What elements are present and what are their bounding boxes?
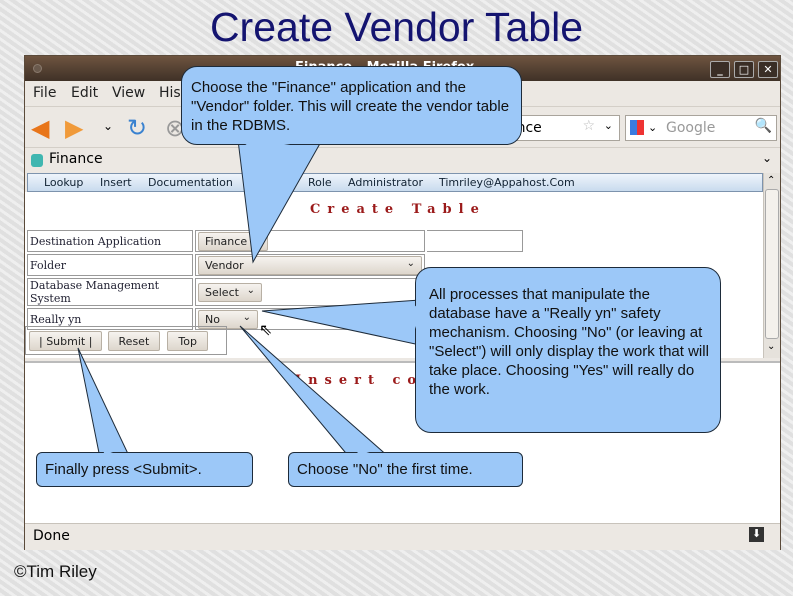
- callout-text-really-yn: All processes that manipulate the databa…: [429, 286, 709, 398]
- callout-text-choose-folder: Choose the "Finance" application and the…: [191, 79, 510, 134]
- callout-text-choose-no: Choose "No" the first time.: [297, 461, 473, 478]
- callout-text-submit: Finally press <Submit>.: [45, 461, 202, 478]
